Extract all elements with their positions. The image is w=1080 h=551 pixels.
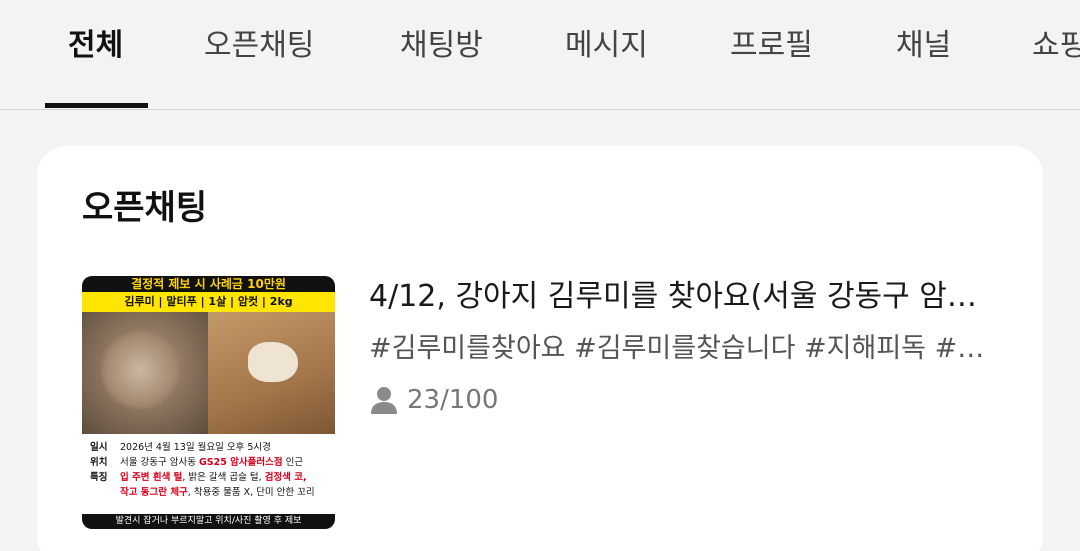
tab-shopping[interactable]: 쇼핑 [1032, 28, 1080, 64]
detail-row-features: 특징 입 주변 흰색 털, 밝은 갈색 곱슬 털, 검정색 코, [90, 472, 307, 483]
thumbnail-reward-banner: 결정적 제보 시 사례금 10만원 [82, 276, 335, 292]
tab-profiles[interactable]: 프로필 [730, 28, 813, 64]
tab-messages[interactable]: 메시지 [565, 28, 648, 64]
dog-body-shape [248, 342, 298, 382]
tab-chatrooms[interactable]: 채팅방 [400, 28, 483, 64]
chatroom-title[interactable]: 4/12, 강아지 김루미를 찾아요(서울 강동구 암사동) [369, 276, 994, 318]
thumbnail-dog-info-strip: 김루미 | 말티푸 | 1살 | 암컷 | 2kg [82, 292, 335, 312]
openchat-results-card: 오픈채팅 결정적 제보 시 사례금 10만원 김루미 | 말티푸 | 1살 | … [37, 146, 1043, 551]
active-tab-indicator [45, 103, 148, 108]
dog-photo-fullbody [208, 312, 335, 434]
person-icon [371, 387, 397, 414]
chatroom-hashtags: #김루미를찾아요 #김루미를찾습니다 #지해피독 #강아지찾기 [369, 333, 994, 364]
tab-channels[interactable]: 채널 [896, 28, 951, 64]
member-count-row: 23/100 [369, 382, 498, 418]
thumbnail-footer-notice: 발견시 잡거나 부르지말고 위치/사진 촬영 후 제보 [82, 514, 335, 529]
section-title: 오픈채팅 [82, 188, 208, 228]
member-count: 23/100 [407, 385, 499, 415]
tab-all[interactable]: 전체 [68, 28, 123, 64]
chatroom-thumbnail[interactable]: 결정적 제보 시 사례금 10만원 김루미 | 말티푸 | 1살 | 암컷 | … [82, 276, 335, 529]
detail-row-time: 일시 2026년 4월 13일 월요일 오후 5시경 [90, 442, 271, 453]
dog-face-shape [100, 330, 180, 410]
search-category-tabbar: 전체 오픈채팅 채팅방 메시지 프로필 채널 쇼핑 [0, 0, 1080, 110]
tab-openchat[interactable]: 오픈채팅 [204, 28, 314, 64]
thumbnail-details: 일시 2026년 4월 13일 월요일 오후 5시경 위치 서울 강동구 암사동 G… [82, 434, 335, 514]
detail-row-features-cont: 작고 동그란 체구, 착용중 물품 X, 단미 안한 꼬리 [120, 487, 315, 498]
detail-row-location: 위치 서울 강동구 암사동 GS25 암사플러스점 인근 [90, 457, 304, 468]
dog-photo-closeup [82, 312, 208, 434]
